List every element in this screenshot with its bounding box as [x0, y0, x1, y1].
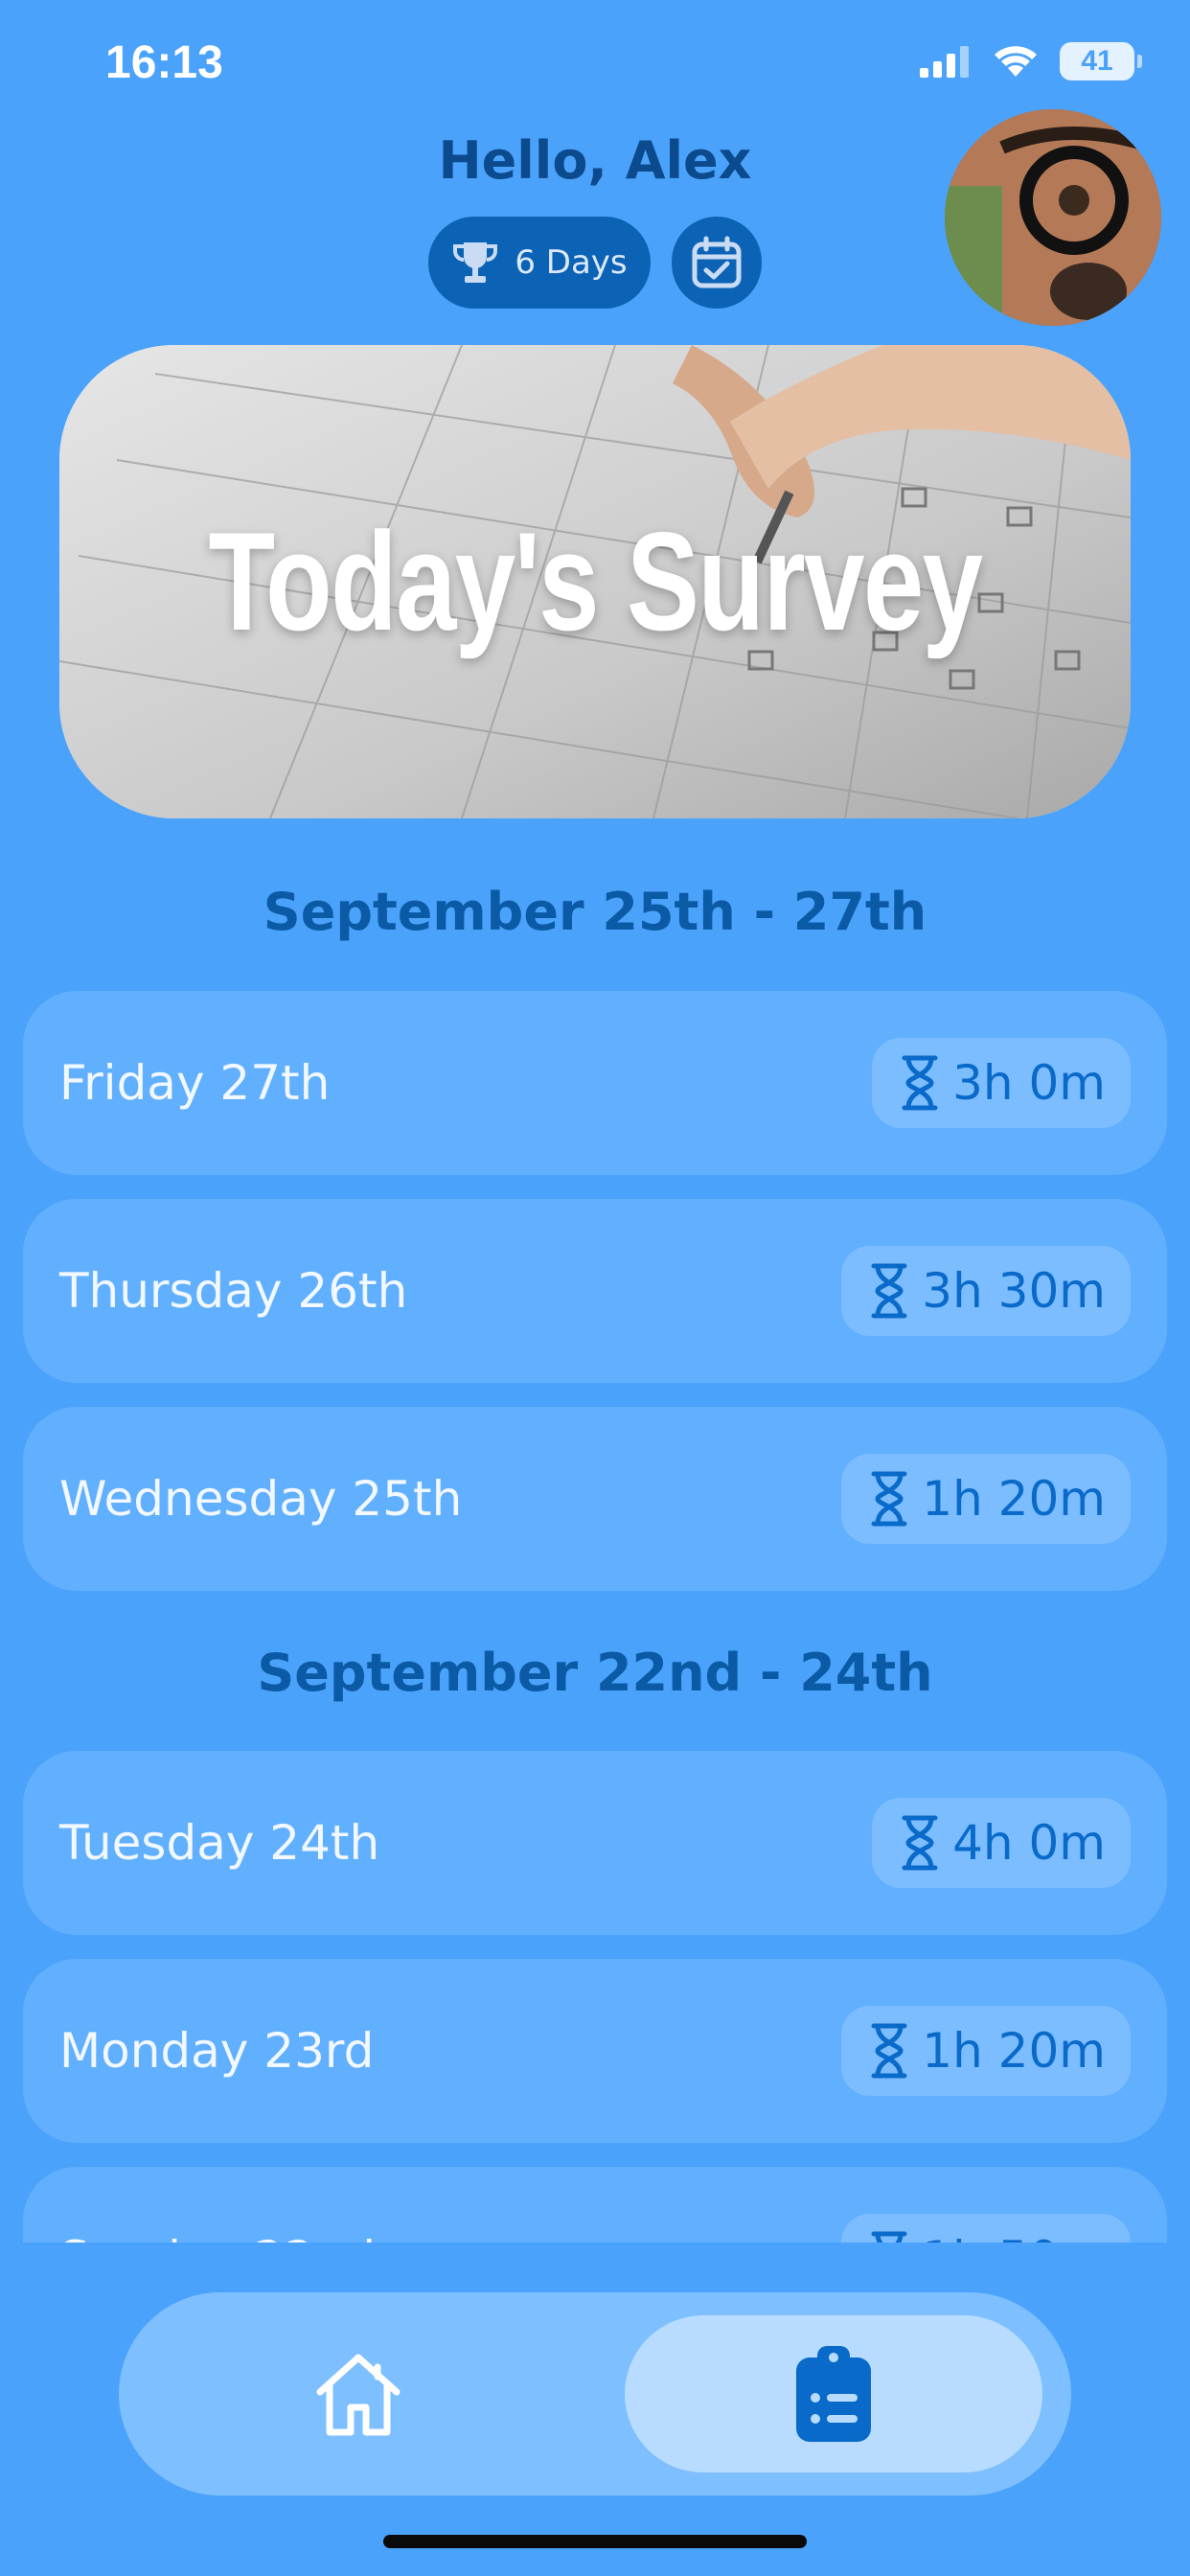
list-item[interactable]: Monday 23rd 1h 20m — [23, 1959, 1167, 2143]
calendar-button[interactable] — [672, 217, 762, 309]
duration-value: 4h 0m — [952, 1815, 1106, 1871]
duration-value: 3h 0m — [952, 1055, 1106, 1111]
list-item[interactable]: Thursday 26th 3h 30m — [23, 1199, 1167, 1383]
day-label: Monday 23rd — [59, 2023, 375, 2079]
calendar-check-icon — [692, 236, 742, 288]
duration-badge: 3h 30m — [841, 1246, 1131, 1336]
wifi-icon — [995, 46, 1037, 77]
list-item[interactable]: Wednesday 25th 1h 20m — [23, 1407, 1167, 1591]
hourglass-icon — [902, 1815, 938, 1871]
list-clip: Sunday 22nd 1h 50m — [0, 2166, 1190, 2242]
duration-badge: 1h 20m — [841, 1454, 1131, 1544]
section-title: September 22nd - 24th — [257, 1643, 933, 1703]
section-title: September 25th - 27th — [263, 882, 927, 942]
day-label: Thursday 26th — [59, 1263, 408, 1319]
hero-title: Today's Survey — [208, 503, 984, 659]
list-item[interactable]: Tuesday 24th 4h 0m — [23, 1751, 1167, 1935]
hourglass-icon — [902, 1055, 938, 1111]
hourglass-icon — [871, 2231, 907, 2242]
home-indicator[interactable] — [383, 2535, 807, 2548]
day-label: Sunday 22nd — [59, 2231, 376, 2242]
hourglass-icon — [871, 1263, 907, 1319]
home-icon — [316, 2354, 400, 2436]
day-label: Friday 27th — [59, 1055, 331, 1111]
avatar-photo — [945, 109, 1161, 326]
battery-indicator: 41 — [1060, 42, 1142, 80]
duration-value: 1h 50m — [922, 2231, 1106, 2242]
status-icons: 41 — [920, 42, 1142, 80]
duration-value: 1h 20m — [922, 1471, 1106, 1527]
duration-badge: 3h 0m — [872, 1038, 1131, 1128]
duration-badge: 4h 0m — [872, 1798, 1131, 1888]
clipboard-list-icon — [796, 2346, 871, 2442]
day-label: Wednesday 25th — [59, 1471, 463, 1527]
streak-label: 6 Days — [515, 243, 628, 282]
day-label: Tuesday 24th — [59, 1815, 380, 1871]
list-item[interactable]: Sunday 22nd 1h 50m — [23, 2167, 1167, 2242]
bottom-nav — [119, 2292, 1071, 2496]
duration-badge: 1h 50m — [841, 2214, 1131, 2242]
nav-survey-button[interactable] — [625, 2315, 1042, 2472]
list-item[interactable]: Friday 27th 3h 0m — [23, 991, 1167, 1175]
hourglass-icon — [871, 2023, 907, 2079]
avatar[interactable] — [945, 109, 1161, 326]
battery-level: 41 — [1081, 45, 1113, 77]
status-bar: 16:13 41 — [0, 0, 1190, 134]
todays-survey-card[interactable]: Today's Survey — [59, 345, 1131, 818]
duration-value: 3h 30m — [922, 1263, 1106, 1319]
nav-home-button[interactable] — [119, 2292, 598, 2496]
streak-badge[interactable]: 6 Days — [428, 217, 651, 309]
duration-value: 1h 20m — [922, 2023, 1106, 2079]
signal-icon — [920, 46, 969, 78]
status-time: 16:13 — [105, 37, 223, 88]
trophy-icon — [453, 242, 498, 283]
duration-badge: 1h 20m — [841, 2006, 1131, 2096]
hourglass-icon — [871, 1471, 907, 1527]
